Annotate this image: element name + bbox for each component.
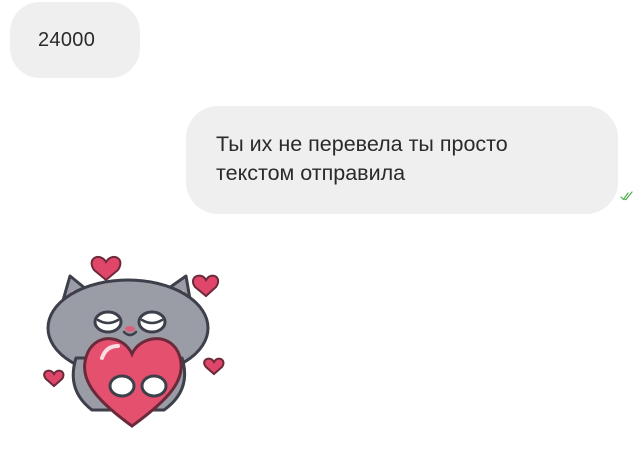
cat-heart-sticker[interactable] (36, 240, 236, 435)
small-heart-icon (192, 274, 220, 298)
outgoing-message-line-2: текстом отправила (216, 161, 406, 185)
outgoing-message-line-1: Ты их не перевела ты просто (216, 132, 508, 156)
small-heart-icon (90, 255, 122, 282)
incoming-message-text: 24000 (38, 28, 96, 51)
small-heart-icon (43, 369, 65, 388)
incoming-message-bubble[interactable]: 24000 (10, 2, 140, 78)
outgoing-message-bubble[interactable]: Ты их не перевела ты просто текстом отпр… (186, 106, 618, 214)
double-check-icon (620, 191, 633, 201)
small-heart-icon (203, 357, 225, 376)
